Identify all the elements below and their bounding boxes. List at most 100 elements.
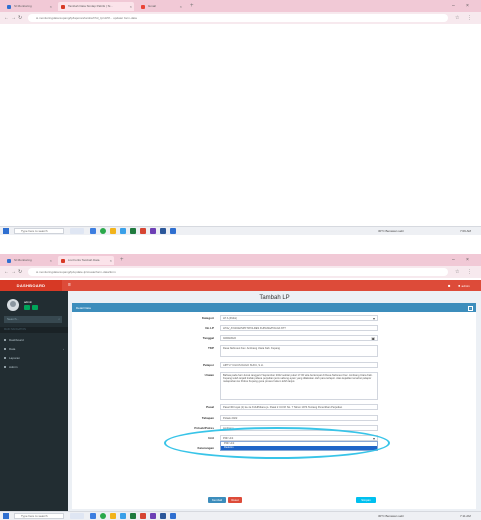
windows-start-icon[interactable] bbox=[3, 228, 9, 234]
reload-icon[interactable]: ↻ bbox=[18, 269, 22, 275]
chrome-icon[interactable] bbox=[100, 228, 106, 234]
close-window-icon[interactable]: × bbox=[466, 2, 469, 11]
user-menu[interactable]: ● admin bbox=[458, 283, 478, 289]
field-value: AIPTU YULIUS DAGO SUKU, S.H. bbox=[223, 363, 264, 367]
edge-icon[interactable] bbox=[120, 228, 126, 234]
search-icon[interactable]: ⌕ bbox=[58, 316, 60, 323]
back-button[interactable]: Kembali bbox=[208, 497, 226, 503]
field-value: Pasal 303 ayat (1) ke-1e KUHPidana jo. P… bbox=[223, 405, 343, 409]
menu-dots-icon[interactable]: ⋮ bbox=[467, 269, 472, 275]
close-tab-icon[interactable]: × bbox=[110, 256, 112, 265]
field-value: Polsek 2022 bbox=[223, 416, 238, 420]
file-explorer-icon[interactable] bbox=[110, 228, 116, 234]
pelapor-input[interactable]: AIPTU YULIUS DAGO SUKU, S.H. bbox=[220, 362, 378, 368]
task-view-icon[interactable] bbox=[90, 228, 96, 234]
sidebar-item-laporan[interactable]: Laporan bbox=[0, 354, 68, 362]
weather-widget-icon[interactable] bbox=[70, 228, 84, 234]
favicon-icon bbox=[61, 259, 65, 263]
save-button[interactable]: Simpan bbox=[356, 497, 376, 503]
address-bar[interactable]: si.monitoringdata.kupang/lp/laporan/tamb… bbox=[28, 14, 448, 22]
tab-si-monitoring[interactable]: SI Monitoring × bbox=[4, 2, 54, 11]
forward-arrow-icon[interactable]: → bbox=[11, 269, 16, 275]
notification-icon[interactable]: ■ bbox=[448, 283, 450, 288]
field-value: Bahwa pada hari Jumat tanggal 2 Septembe… bbox=[223, 373, 373, 384]
close-window-icon[interactable]: × bbox=[466, 256, 469, 265]
tanggal-input[interactable]: 02/09/2022 ▣ bbox=[220, 335, 378, 341]
tab-tambah-data[interactable]: Tambah Data Simlap Pabrik | Si... × bbox=[58, 2, 134, 11]
page-title: Tambah LP bbox=[259, 295, 290, 301]
field-label: Uraian bbox=[204, 373, 214, 377]
back-arrow-icon[interactable]: ← bbox=[4, 15, 9, 21]
close-tab-icon[interactable]: × bbox=[130, 2, 132, 11]
app-icon[interactable] bbox=[140, 513, 146, 519]
app-icon[interactable] bbox=[170, 228, 176, 234]
excel-icon[interactable] bbox=[130, 513, 136, 519]
pasal-input[interactable]: Pasal 303 ayat (1) ke-1e KUHPidana jo. P… bbox=[220, 404, 378, 410]
sidebar-toggle-icon[interactable]: ≡ bbox=[68, 283, 71, 288]
close-tab-icon[interactable]: × bbox=[50, 2, 52, 11]
favicon-icon bbox=[141, 5, 145, 9]
tab-label: Lisi Fortis Tambah Data bbox=[68, 258, 100, 262]
weather-widget-icon[interactable] bbox=[70, 513, 84, 519]
calendar-icon[interactable]: ▣ bbox=[371, 336, 375, 340]
app-icon[interactable] bbox=[150, 228, 156, 234]
sidebar-item-dashboard[interactable]: Dashboard bbox=[0, 336, 68, 344]
chevron-down-icon: ▾ bbox=[372, 316, 375, 321]
kategori-select[interactable]: LP A (Polisi) ▾ bbox=[220, 315, 378, 321]
back-arrow-icon[interactable]: ← bbox=[4, 269, 9, 275]
minimize-icon[interactable]: – bbox=[452, 256, 455, 265]
field-label: Tahapan bbox=[201, 416, 214, 420]
taskbar-search[interactable]: Type here to search bbox=[14, 228, 64, 234]
tab-gmail[interactable]: Gmail × bbox=[138, 2, 184, 11]
sidebar-item-admin[interactable]: Admin bbox=[0, 363, 68, 371]
tab-si-monitoring[interactable]: SI Monitoring × bbox=[4, 256, 54, 265]
star-icon[interactable]: ☆ bbox=[455, 269, 459, 275]
app-icon[interactable] bbox=[150, 513, 156, 519]
field-label: Pasal bbox=[206, 405, 214, 409]
windows-start-icon[interactable] bbox=[3, 513, 9, 519]
status-badge bbox=[32, 305, 38, 310]
favicon-icon bbox=[7, 5, 11, 9]
file-explorer-icon[interactable] bbox=[110, 513, 116, 519]
taskbar-search[interactable]: Type here to search bbox=[14, 513, 64, 519]
reload-icon[interactable]: ↻ bbox=[18, 15, 22, 21]
uraian-textarea[interactable]: Bahwa pada hari Jumat tanggal 2 Septembe… bbox=[220, 372, 378, 400]
app-icon[interactable] bbox=[170, 513, 176, 519]
field-value: 02/09/2022 bbox=[223, 336, 236, 340]
sidebar-item-data[interactable]: Data ‹ bbox=[0, 345, 68, 353]
close-tab-icon[interactable]: × bbox=[50, 256, 52, 265]
task-view-icon[interactable] bbox=[90, 513, 96, 519]
reset-button[interactable]: Reset bbox=[228, 497, 242, 503]
edge-icon[interactable] bbox=[120, 513, 126, 519]
no-lp-input[interactable]: LP/A/_/IX/2022/SPKT/POLRES KUPANG/POLDA … bbox=[220, 325, 378, 331]
tab-tambah-data[interactable]: Lisi Fortis Tambah Data × bbox=[58, 256, 114, 265]
close-tab-icon[interactable]: × bbox=[180, 2, 182, 11]
tahapan-input[interactable]: Polsek 2022 bbox=[220, 415, 378, 421]
minimize-icon[interactable]: – bbox=[452, 2, 455, 11]
collapse-icon[interactable]: − bbox=[468, 306, 473, 311]
word-icon[interactable] bbox=[160, 228, 166, 234]
new-tab-icon[interactable]: + bbox=[190, 2, 194, 11]
app-icon[interactable] bbox=[140, 228, 146, 234]
user-icon: ● bbox=[458, 283, 461, 288]
tray-weather[interactable]: 30°C Berawan sebr bbox=[378, 513, 404, 519]
word-icon[interactable] bbox=[160, 513, 166, 519]
star-icon[interactable]: ☆ bbox=[455, 15, 459, 21]
box-header: Detail Data − bbox=[72, 305, 476, 312]
brand-logo[interactable]: DASHBOARD bbox=[0, 280, 62, 291]
tray-clock[interactable]: 7:09 AM bbox=[460, 228, 471, 234]
field-value: Desa Nefoneut Kec. Amfoang Utara Kab. Ku… bbox=[223, 346, 280, 350]
new-tab-icon[interactable]: + bbox=[120, 256, 124, 265]
forward-arrow-icon[interactable]: → bbox=[11, 15, 16, 21]
tray-weather[interactable]: 30°C Berawan sebr bbox=[378, 228, 404, 234]
chevron-left-icon: ‹ bbox=[63, 347, 64, 351]
address-bar[interactable]: si.monitoringdata.kupang/lp/update-lp/cr… bbox=[28, 268, 448, 276]
excel-icon[interactable] bbox=[130, 228, 136, 234]
tray-clock[interactable]: 7:11 AM bbox=[460, 513, 471, 519]
tab-label: SI Monitoring bbox=[14, 258, 32, 262]
sidebar-search-input[interactable]: Search... ⌕ bbox=[4, 316, 62, 323]
chrome-icon[interactable] bbox=[100, 513, 106, 519]
tkp-textarea[interactable]: Desa Nefoneut Kec. Amfoang Utara Kab. Ku… bbox=[220, 345, 378, 357]
menu-dots-icon[interactable]: ⋮ bbox=[467, 15, 472, 21]
favicon-icon bbox=[61, 5, 65, 9]
